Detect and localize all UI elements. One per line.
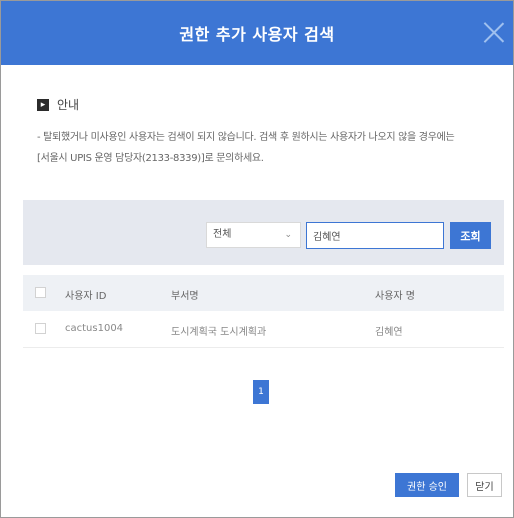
header-user-name: 사용자 명: [375, 291, 415, 302]
user-search-dialog: 권한 추가 사용자 검색 ▸ 안내 - 탈퇴했거나 미사용인 사용자는 검색이 …: [0, 0, 514, 518]
close-button[interactable]: 닫기: [467, 473, 502, 497]
dialog-title: 권한 추가 사용자 검색: [179, 25, 335, 44]
scope-select-value: 전체: [213, 229, 232, 240]
cell-department: 도시계획국 도시계획과: [171, 327, 267, 338]
select-all-checkbox[interactable]: [35, 287, 46, 298]
page-1-button[interactable]: 1: [253, 380, 269, 404]
row-checkbox[interactable]: [35, 323, 46, 334]
search-button[interactable]: 조회: [450, 222, 491, 249]
header-user-id: 사용자 ID: [65, 291, 107, 302]
cell-user-name: 김혜연: [375, 327, 403, 338]
cell-user-id: cactus1004: [65, 323, 124, 334]
header-department: 부서명: [171, 291, 199, 302]
notice-text: - 탈퇴했거나 미사용인 사용자는 검색이 되지 않습니다. 검색 후 원하시는…: [37, 127, 497, 169]
notice-header: ▸ 안내: [37, 96, 79, 113]
chevron-down-icon: ⌄: [284, 230, 292, 240]
notice-line-2: [서울시 UPIS 운영 담당자(2133-8339)]로 문의하세요.: [37, 153, 264, 164]
user-table: 사용자 ID 부서명 사용자 명 cactus1004 도시계획국 도시계획과 …: [23, 275, 504, 348]
close-icon[interactable]: [483, 21, 505, 43]
notice-title: 안내: [57, 98, 80, 112]
table-header: 사용자 ID 부서명 사용자 명: [23, 275, 504, 311]
arrow-right-icon: ▸: [37, 98, 49, 111]
notice-line-1: - 탈퇴했거나 미사용인 사용자는 검색이 되지 않습니다. 검색 후 원하시는…: [37, 132, 455, 143]
approve-button[interactable]: 권한 승인: [395, 473, 459, 497]
dialog-header: 권한 추가 사용자 검색: [1, 1, 513, 65]
scope-select[interactable]: 전체 ⌄: [206, 222, 301, 248]
search-input[interactable]: [306, 222, 444, 249]
table-row[interactable]: cactus1004 도시계획국 도시계획과 김혜연: [23, 311, 504, 348]
